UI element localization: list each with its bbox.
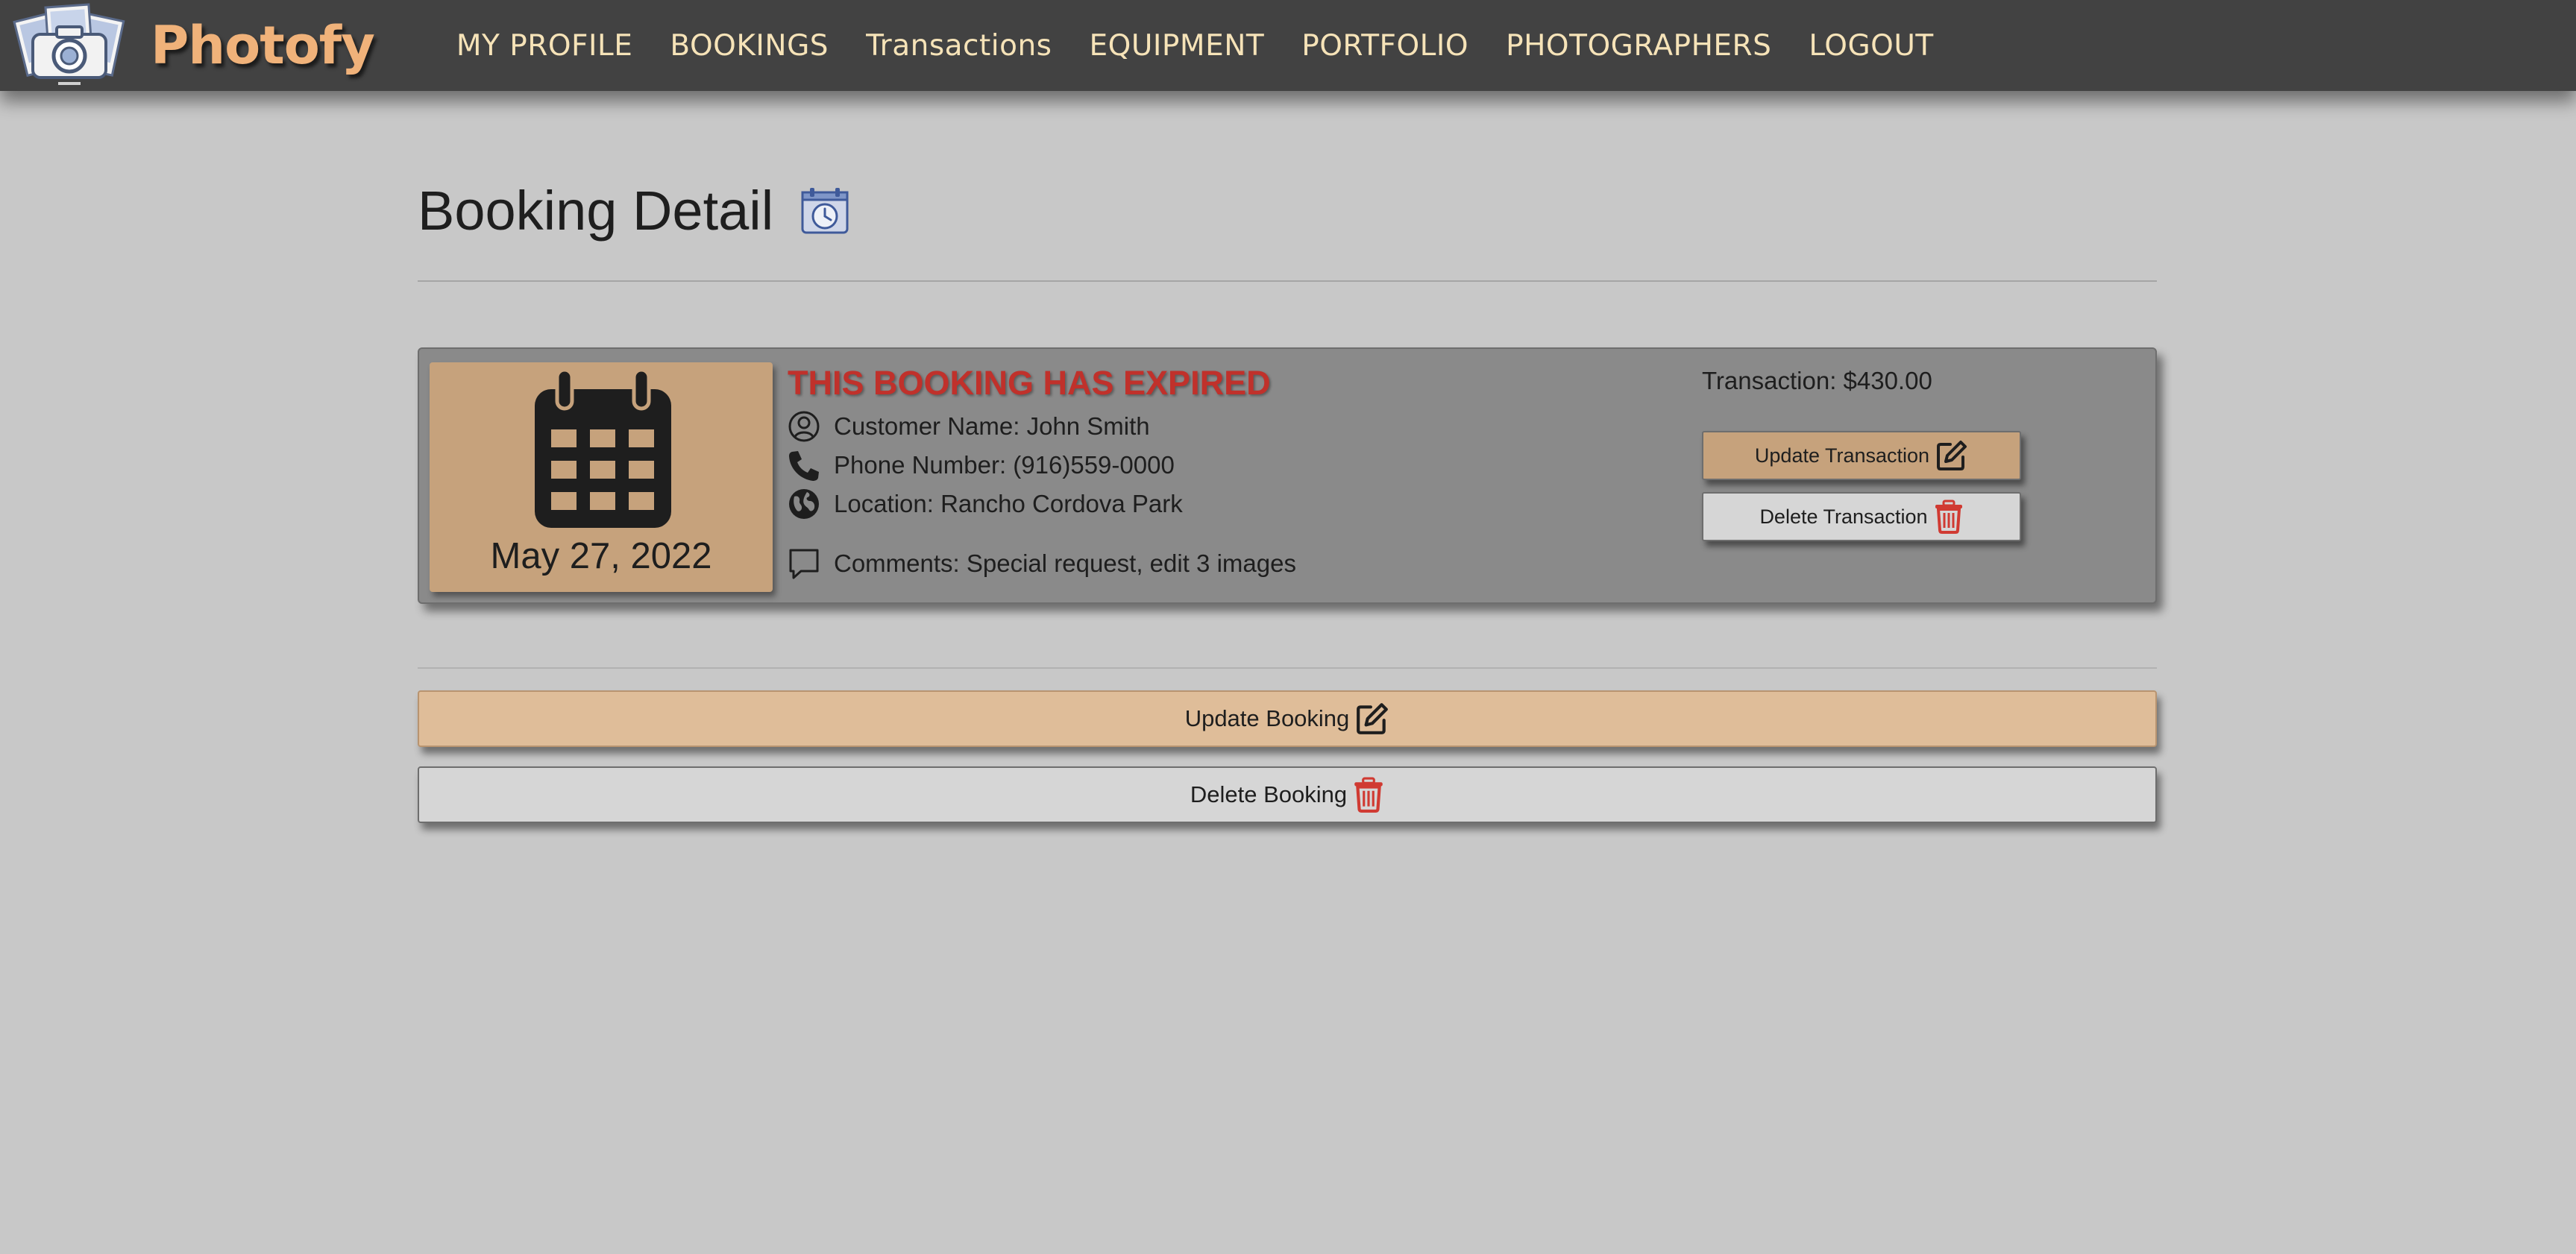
transaction-amount: Transaction: $430.00 <box>1702 367 1932 394</box>
top-navbar: Photofy MY PROFILE BOOKINGS Transactions… <box>0 0 2576 91</box>
edit-icon <box>1357 703 1389 734</box>
nav-transactions[interactable]: Transactions <box>866 29 1052 63</box>
delete-transaction-label: Delete Transaction <box>1759 505 1928 528</box>
page-title: Booking Detail <box>418 180 774 242</box>
nav-my-profile[interactable]: MY PROFILE <box>456 29 633 63</box>
delete-transaction-button[interactable]: Delete Transaction <box>1702 492 2021 541</box>
brand-name: Photofy <box>151 15 375 76</box>
location: Location: Rancho Cordova Park <box>834 490 1183 517</box>
comments: Comments: Special request, edit 3 images <box>834 549 1296 577</box>
update-transaction-button[interactable]: Update Transaction <box>1702 431 2021 480</box>
location-row: Location: Rancho Cordova Park <box>788 488 1183 520</box>
update-booking-label: Update Booking <box>1184 705 1350 731</box>
nav-portfolio[interactable]: PORTFOLIO <box>1301 29 1468 63</box>
divider <box>418 280 2157 282</box>
edit-icon <box>1937 441 1967 470</box>
trash-icon <box>1354 777 1383 813</box>
nav-equipment[interactable]: EQUIPMENT <box>1090 29 1265 63</box>
phone-number: Phone Number: (916)559-0000 <box>834 451 1175 479</box>
update-transaction-label: Update Transaction <box>1754 444 1930 467</box>
phone-row: Phone Number: (916)559-0000 <box>788 449 1175 482</box>
expired-status: THIS BOOKING HAS EXPIRED <box>788 364 1271 402</box>
booking-date: May 27, 2022 <box>490 536 712 576</box>
globe-icon <box>789 489 819 519</box>
camera-photos-logo-icon <box>13 3 125 85</box>
page-header: Booking Detail <box>418 179 849 242</box>
delete-booking-label: Delete Booking <box>1190 781 1348 807</box>
brand[interactable]: Photofy <box>10 1 375 89</box>
nav-photographers[interactable]: PHOTOGRAPHERS <box>1506 29 1771 63</box>
nav-bookings[interactable]: BOOKINGS <box>670 29 829 63</box>
nav-links: MY PROFILE BOOKINGS Transactions EQUIPME… <box>456 29 1971 63</box>
customer-name-row: Customer Name: John Smith <box>788 410 1150 443</box>
divider <box>418 667 2157 669</box>
nav-logout[interactable]: LOGOUT <box>1809 29 1933 63</box>
booking-card: May 27, 2022 THIS BOOKING HAS EXPIRED Cu… <box>418 347 2157 604</box>
phone-icon <box>789 451 819 481</box>
trash-icon <box>1935 500 1962 534</box>
update-booking-button[interactable]: Update Booking <box>418 690 2157 747</box>
comment-icon <box>789 549 819 579</box>
calendar-clock-icon <box>801 187 849 233</box>
calendar-icon <box>535 370 671 528</box>
comments-row: Comments: Special request, edit 3 images <box>788 547 1296 580</box>
delete-booking-button[interactable]: Delete Booking <box>418 766 2157 823</box>
user-circle-icon <box>788 411 820 442</box>
customer-name: Customer Name: John Smith <box>834 412 1150 440</box>
booking-date-tile: May 27, 2022 <box>430 362 773 592</box>
